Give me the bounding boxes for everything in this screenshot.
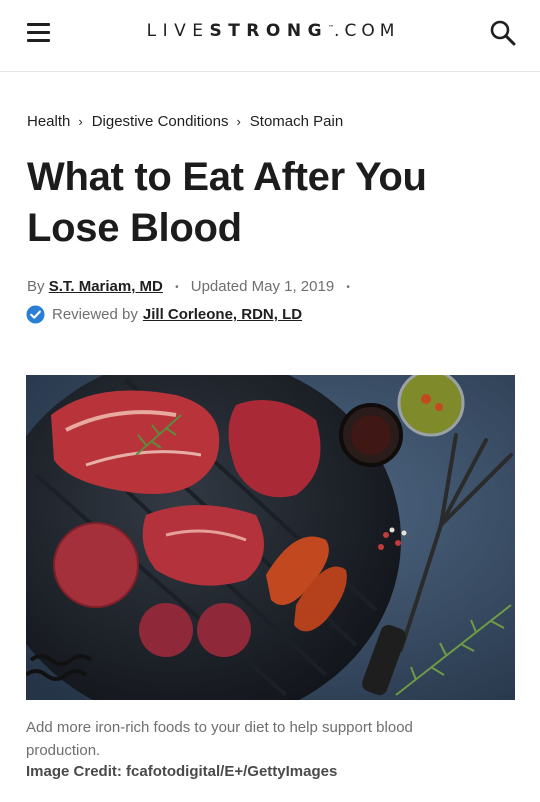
breadcrumb-digestive-conditions[interactable]: Digestive Conditions xyxy=(92,113,229,130)
image-caption: Add more iron-rich foods to your diet to… xyxy=(26,719,413,759)
checkmark-badge-icon xyxy=(26,305,45,324)
separator-dot: • xyxy=(346,281,350,293)
reviewer-link[interactable]: Jill Corleone, RDN, LD xyxy=(143,306,302,323)
chevron-right-icon: › xyxy=(236,114,241,129)
site-header: LIVESTRONG™.COM xyxy=(0,0,540,72)
logo-text-com: .COM xyxy=(334,21,400,41)
reviewed-by: Reviewed by Jill Corleone, RDN, LD xyxy=(26,305,302,324)
hero-image xyxy=(26,375,515,700)
breadcrumb-stomach-pain[interactable]: Stomach Pain xyxy=(250,113,343,130)
chevron-right-icon: › xyxy=(78,114,83,129)
meat-photo-illustration xyxy=(26,375,515,700)
search-icon[interactable] xyxy=(489,19,517,47)
by-label: By xyxy=(27,278,45,295)
page-title: What to Eat After You Lose Blood xyxy=(27,155,427,250)
site-logo[interactable]: LIVESTRONG™.COM xyxy=(0,21,540,41)
separator-dot: • xyxy=(175,281,179,293)
author-link[interactable]: S.T. Mariam, MD xyxy=(49,278,163,295)
updated-date: Updated May 1, 2019 xyxy=(190,278,335,295)
image-credit: Image Credit: fcafotodigital/E+/GettyIma… xyxy=(26,763,338,780)
logo-text-bold: STRONG xyxy=(209,21,329,41)
breadcrumb-health[interactable]: Health xyxy=(27,113,70,130)
breadcrumb: Health › Digestive Conditions › Stomach … xyxy=(27,113,343,130)
byline: By S.T. Mariam, MD • Updated May 1, 2019… xyxy=(27,278,358,295)
logo-text-pre: LIVE xyxy=(146,21,210,41)
reviewed-by-label: Reviewed by xyxy=(52,306,138,323)
